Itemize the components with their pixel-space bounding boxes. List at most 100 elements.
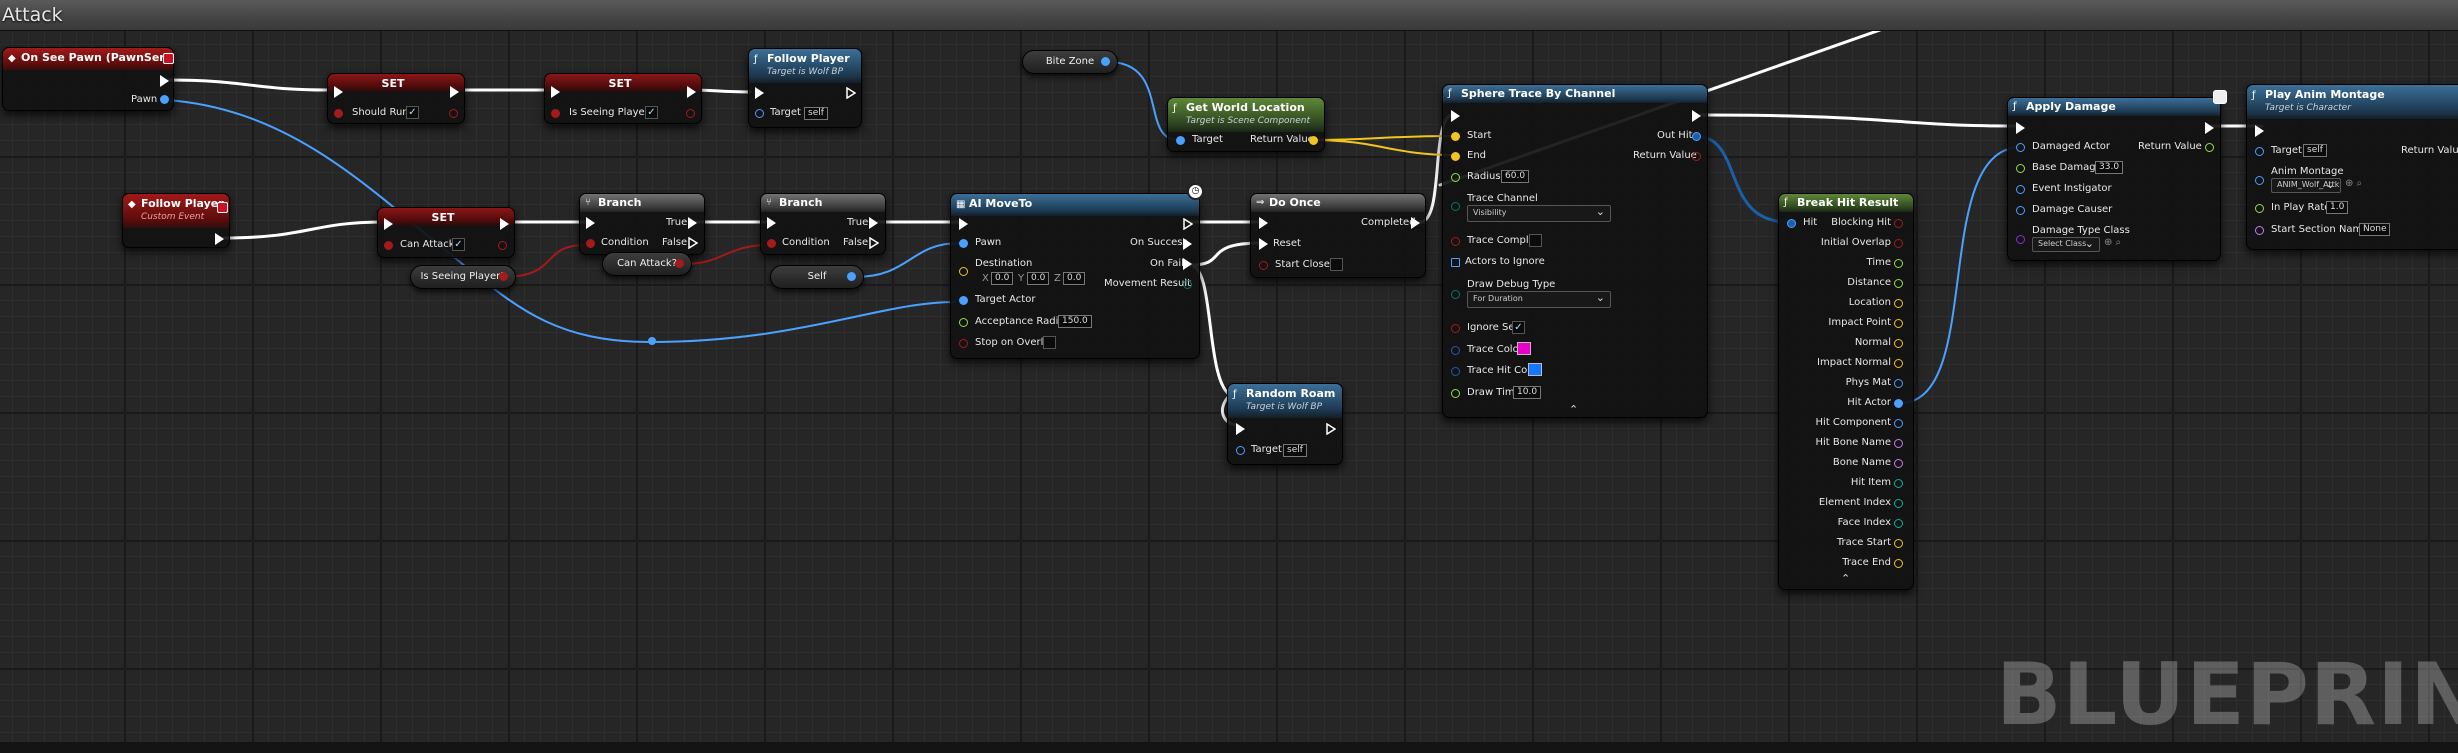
target-self-field[interactable]: self (2303, 144, 2327, 157)
break-output-pin[interactable] (1894, 559, 1903, 568)
break-output-pin[interactable] (1894, 239, 1903, 248)
target-actor-pin[interactable] (959, 296, 968, 305)
bool-output-pin[interactable] (449, 109, 458, 118)
return-pin[interactable] (1309, 136, 1318, 145)
exec-in-pin[interactable] (755, 87, 764, 99)
ignore-self-checkbox[interactable]: ✓ (1512, 321, 1525, 334)
exec-in-pin[interactable] (959, 218, 968, 230)
start-section-field[interactable]: None (2359, 223, 2391, 236)
trace-channel-pin[interactable] (1451, 202, 1460, 211)
exec-out-pin[interactable] (160, 75, 169, 87)
exec-in-pin[interactable] (2255, 125, 2264, 137)
follow-player-call-node[interactable]: ƒ Follow Player Target is Wolf BP Target s… (748, 48, 862, 128)
destination-x-field[interactable]: 0.0 (991, 272, 1014, 285)
break-output-pin[interactable] (1894, 419, 1903, 428)
target-pin[interactable] (755, 109, 764, 118)
radius-pin[interactable] (1451, 173, 1460, 182)
event-instigator-pin[interactable] (2016, 185, 2025, 194)
trace-hit-color-pin[interactable] (1451, 367, 1460, 376)
target-pin[interactable] (1176, 136, 1185, 145)
set-is-seeing-node[interactable]: SET Is Seeing Player? ✓ (544, 73, 702, 124)
draw-debug-pin[interactable] (1451, 290, 1460, 299)
break-output-pin[interactable] (1894, 339, 1903, 348)
bool-input-pin[interactable] (334, 109, 343, 118)
sphere-trace-node[interactable]: ƒ Sphere Trace By Channel Start Out Hit E… (1442, 84, 1708, 418)
break-output-pin[interactable] (1894, 259, 1903, 268)
on-fail-pin[interactable] (1183, 258, 1192, 270)
bool-output-pin[interactable] (499, 272, 508, 281)
draw-debug-dropdown[interactable]: For Duration (1467, 291, 1611, 308)
pawn-output-pin[interactable] (160, 95, 169, 104)
break-output-pin[interactable] (1894, 319, 1903, 328)
movement-result-pin[interactable] (1183, 280, 1192, 289)
damage-type-pin[interactable] (2016, 235, 2025, 244)
bool-output-pin[interactable] (675, 259, 684, 268)
exec-in-pin[interactable] (2016, 122, 2025, 134)
exec-in-pin[interactable] (384, 218, 393, 230)
do-once-node[interactable]: ⇒ Do Once Completed Reset Start Closed (1250, 193, 1426, 278)
target-self-field[interactable]: self (1283, 444, 1307, 457)
reset-pin[interactable] (1259, 238, 1268, 250)
destination-y-field[interactable]: 0.0 (1027, 272, 1050, 285)
play-rate-field[interactable]: 1.0 (2326, 201, 2349, 214)
on-success-pin[interactable] (1183, 238, 1192, 250)
condition-pin[interactable] (767, 239, 776, 248)
break-output-pin[interactable] (1894, 499, 1903, 508)
self-reference[interactable]: Self (770, 265, 864, 289)
hit-input-pin[interactable] (1787, 219, 1796, 228)
ignore-self-pin[interactable] (1451, 324, 1460, 333)
can-attack-checkbox[interactable]: ✓ (452, 238, 465, 251)
start-section-pin[interactable] (2255, 226, 2264, 235)
break-output-pin[interactable] (1894, 519, 1903, 528)
exec-in-pin[interactable] (1236, 423, 1245, 435)
anim-montage-dropdown[interactable]: ANIM_Wolf_Attk (2271, 178, 2341, 193)
bool-input-pin[interactable] (384, 241, 393, 250)
exec-true-pin[interactable] (688, 217, 697, 229)
break-output-pin[interactable] (1894, 399, 1903, 408)
bool-input-pin[interactable] (551, 109, 560, 118)
is-seeing-checkbox[interactable]: ✓ (645, 106, 658, 119)
stop-overlap-checkbox[interactable] (1043, 336, 1056, 349)
break-hit-result-node[interactable]: ƒ Break Hit Result Hit Blocking Hit Initia… (1778, 193, 1914, 590)
break-output-pin[interactable] (1894, 219, 1903, 228)
exec-out-pin[interactable] (215, 233, 224, 245)
draw-time-field[interactable]: 10.0 (1513, 386, 1542, 399)
destination-pin[interactable] (959, 267, 968, 276)
break-output-pin[interactable] (1894, 479, 1903, 488)
stop-overlap-pin[interactable] (959, 339, 968, 348)
trace-complex-checkbox[interactable] (1529, 234, 1542, 247)
exec-out-pin[interactable] (1326, 423, 1336, 435)
browse-icon[interactable]: ⊕ ⌕ (2104, 237, 2121, 248)
out-hit-pin[interactable] (1692, 132, 1701, 141)
trace-hit-color-swatch[interactable] (1528, 363, 1542, 376)
exec-false-pin[interactable] (869, 237, 879, 249)
condition-pin[interactable] (586, 239, 595, 248)
base-damage-pin[interactable] (2016, 164, 2025, 173)
exec-false-pin[interactable] (688, 237, 698, 249)
collapse-arrow-icon[interactable]: ⌃ (1569, 403, 1578, 416)
exec-out-pin[interactable] (450, 86, 459, 98)
exec-in-pin[interactable] (1259, 217, 1268, 229)
bool-output-pin[interactable] (498, 241, 507, 250)
trace-color-pin[interactable] (1451, 346, 1460, 355)
break-output-pin[interactable] (1894, 379, 1903, 388)
acceptance-radius-field[interactable]: 150.0 (1058, 315, 1092, 328)
target-pin[interactable] (2255, 147, 2264, 156)
exec-true-pin[interactable] (869, 217, 878, 229)
random-roam-node[interactable]: ƒ Random Roam Target is Wolf BP Target sel… (1227, 383, 1343, 465)
is-seeing-player-getter[interactable]: Is Seeing Player? (410, 265, 516, 289)
break-output-pin[interactable] (1894, 359, 1903, 368)
return-pin[interactable] (2205, 143, 2214, 152)
damage-causer-pin[interactable] (2016, 206, 2025, 215)
break-output-pin[interactable] (1894, 279, 1903, 288)
exec-out-pin[interactable] (687, 86, 696, 98)
destination-z-field[interactable]: 0.0 (1063, 272, 1086, 285)
trace-complex-pin[interactable] (1451, 237, 1460, 246)
start-closed-checkbox[interactable] (1330, 258, 1343, 271)
exec-in-pin[interactable] (551, 86, 560, 98)
completed-pin[interactable] (1411, 217, 1420, 229)
set-should-run-node[interactable]: SET Should Run? ✓ (327, 73, 465, 124)
actors-ignore-pin[interactable] (1451, 258, 1460, 267)
draw-time-pin[interactable] (1451, 389, 1460, 398)
break-output-pin[interactable] (1894, 539, 1903, 548)
